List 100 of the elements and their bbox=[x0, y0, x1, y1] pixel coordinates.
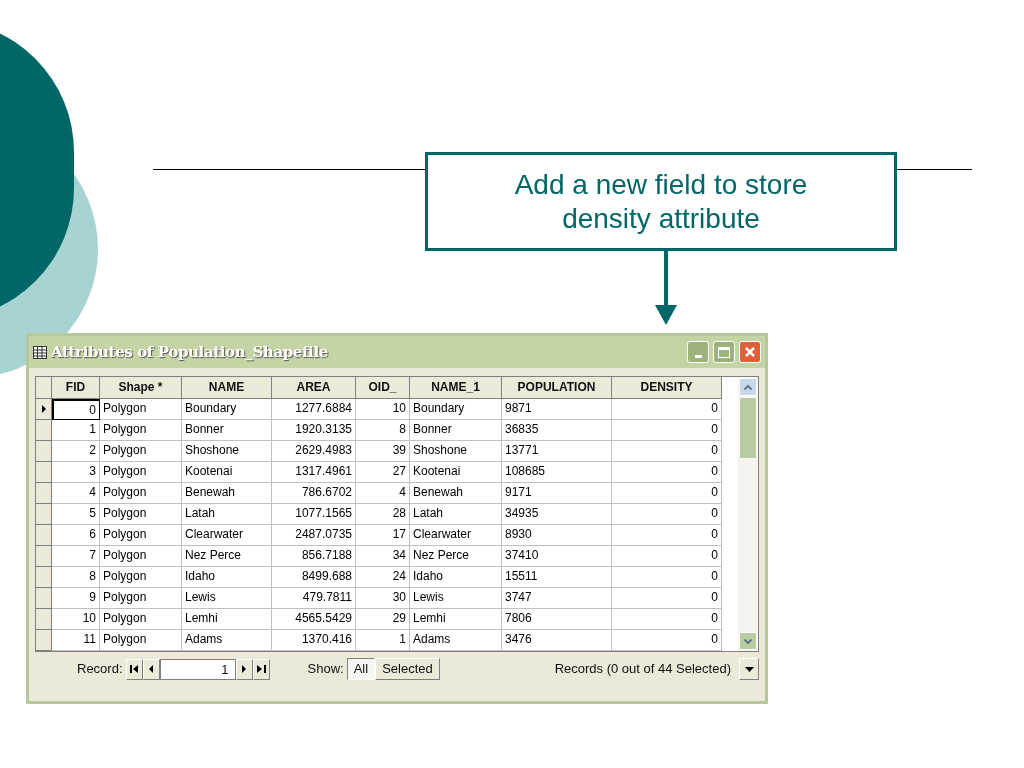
table-cell: 108685 bbox=[502, 462, 612, 483]
skip-back-icon bbox=[129, 665, 139, 673]
table-cell: 0 bbox=[612, 420, 722, 441]
show-label: Show: bbox=[307, 660, 344, 679]
table-cell: 0 bbox=[612, 462, 722, 483]
table-cell: 7806 bbox=[502, 609, 612, 630]
row-selector[interactable] bbox=[36, 399, 52, 420]
chevron-down-icon bbox=[744, 638, 752, 644]
table-cell: 30 bbox=[356, 588, 410, 609]
table-cell: Polygon bbox=[100, 399, 182, 420]
show-toggle[interactable]: Selected bbox=[375, 658, 440, 680]
table-cell: 3 bbox=[52, 462, 100, 483]
table-cell: 2487.0735 bbox=[272, 525, 356, 546]
table-cell: Shoshone bbox=[182, 441, 272, 462]
table-cell: 13771 bbox=[502, 441, 612, 462]
column-header[interactable]: POPULATION bbox=[502, 377, 612, 399]
table-cell: 786.6702 bbox=[272, 483, 356, 504]
table-cell: Lewis bbox=[182, 588, 272, 609]
table-cell: Polygon bbox=[100, 441, 182, 462]
table-cell: Polygon bbox=[100, 588, 182, 609]
table-cell: Lemhi bbox=[410, 609, 502, 630]
callout-text: Add a new field to store density attribute bbox=[513, 167, 809, 236]
table-cell: 1920.3135 bbox=[272, 420, 356, 441]
table-cell: Polygon bbox=[100, 462, 182, 483]
options-dropdown-button[interactable] bbox=[739, 658, 759, 680]
table-cell: 0 bbox=[612, 483, 722, 504]
table-cell: 2 bbox=[52, 441, 100, 462]
table-cell: 5 bbox=[52, 504, 100, 525]
table-cell: 856.7188 bbox=[272, 546, 356, 567]
table-cell: 0 bbox=[612, 546, 722, 567]
table-cell: 0 bbox=[612, 504, 722, 525]
show-toggle[interactable]: All bbox=[346, 658, 376, 680]
window-title: Attributes of Population_Shapefile bbox=[51, 341, 328, 363]
table-cell: Latah bbox=[410, 504, 502, 525]
column-header[interactable]: DENSITY bbox=[612, 377, 722, 399]
table-cell: 1077.1565 bbox=[272, 504, 356, 525]
table-cell: Boundary bbox=[410, 399, 502, 420]
table-cell: 4 bbox=[356, 483, 410, 504]
table-cell: Adams bbox=[410, 630, 502, 651]
chevron-up-icon bbox=[744, 384, 752, 390]
table-cell: 3476 bbox=[502, 630, 612, 651]
scroll-down-button[interactable] bbox=[739, 632, 757, 650]
column-header[interactable]: Shape * bbox=[100, 377, 182, 399]
table-cell: Polygon bbox=[100, 420, 182, 441]
table-cell: 1 bbox=[52, 420, 100, 441]
table-cell: 36835 bbox=[502, 420, 612, 441]
record-label: Record: bbox=[77, 660, 123, 679]
table-cell: Benewah bbox=[182, 483, 272, 504]
table-cell: 10 bbox=[356, 399, 410, 420]
table-cell: 0 bbox=[612, 567, 722, 588]
column-header[interactable]: AREA bbox=[272, 377, 356, 399]
table-cell: Nez Perce bbox=[410, 546, 502, 567]
close-button[interactable] bbox=[739, 341, 761, 363]
table-cell: 39 bbox=[356, 441, 410, 462]
table-cell: Polygon bbox=[100, 504, 182, 525]
column-header[interactable]: OID_ bbox=[356, 377, 410, 399]
table-cell: Polygon bbox=[100, 567, 182, 588]
table-cell: 8 bbox=[356, 420, 410, 441]
table-cell: Shoshone bbox=[410, 441, 502, 462]
vertical-scrollbar[interactable] bbox=[738, 377, 758, 651]
table-cell: 8930 bbox=[502, 525, 612, 546]
table-cell: Polygon bbox=[100, 483, 182, 504]
table-cell: 8 bbox=[52, 567, 100, 588]
table-cell: Bonner bbox=[410, 420, 502, 441]
table-cell: Adams bbox=[182, 630, 272, 651]
table-cell: Lewis bbox=[410, 588, 502, 609]
maximize-button[interactable] bbox=[713, 341, 735, 363]
table-cell: Boundary bbox=[182, 399, 272, 420]
triangle-down-icon bbox=[744, 666, 754, 672]
table-cell: Nez Perce bbox=[182, 546, 272, 567]
table-cell: Clearwater bbox=[410, 525, 502, 546]
table-cell: 0 bbox=[612, 609, 722, 630]
first-record-button[interactable] bbox=[125, 658, 143, 680]
record-field[interactable]: 1 bbox=[159, 658, 236, 680]
table-cell: 10 bbox=[52, 609, 100, 630]
table-cell: 9171 bbox=[502, 483, 612, 504]
table-cell: 37410 bbox=[502, 546, 612, 567]
table-cell: 7 bbox=[52, 546, 100, 567]
scroll-thumb[interactable] bbox=[739, 397, 757, 459]
table-cell: Bonner bbox=[182, 420, 272, 441]
column-header[interactable]: NAME_1 bbox=[410, 377, 502, 399]
table-cell: Idaho bbox=[182, 567, 272, 588]
scroll-up-button[interactable] bbox=[739, 378, 757, 396]
table-cell: Idaho bbox=[410, 567, 502, 588]
table-cell: 9 bbox=[52, 588, 100, 609]
minimize-button[interactable] bbox=[687, 341, 709, 363]
table-cell: Polygon bbox=[100, 525, 182, 546]
table-cell: 6 bbox=[52, 525, 100, 546]
table-cell: 1277.6884 bbox=[272, 399, 356, 420]
column-header[interactable]: FID bbox=[52, 377, 100, 399]
table-cell: Polygon bbox=[100, 630, 182, 651]
column-header[interactable]: NAME bbox=[182, 377, 272, 399]
table-cell: Clearwater bbox=[182, 525, 272, 546]
table-cell: 11 bbox=[52, 630, 100, 651]
table-cell: Lemhi bbox=[182, 609, 272, 630]
table-cell: 0 bbox=[612, 630, 722, 651]
table-cell: 2629.4983 bbox=[272, 441, 356, 462]
triangle-right-icon bbox=[242, 665, 247, 673]
table-cell: 1 bbox=[356, 630, 410, 651]
table-cell: 4565.5429 bbox=[272, 609, 356, 630]
